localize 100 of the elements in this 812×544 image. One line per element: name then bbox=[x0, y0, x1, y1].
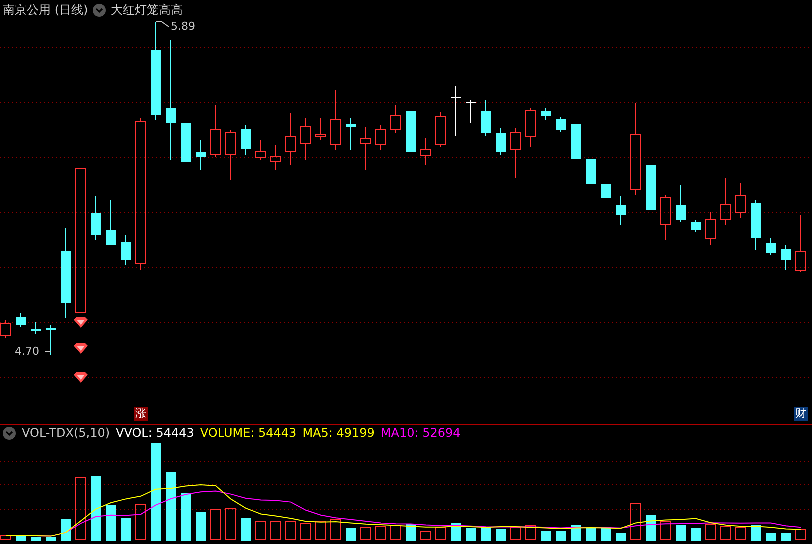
volume-bar bbox=[630, 504, 642, 540]
candlestick bbox=[481, 100, 491, 136]
volume-bar bbox=[436, 528, 446, 540]
volume-bar bbox=[61, 519, 71, 541]
candlestick bbox=[16, 312, 26, 328]
volume-bar bbox=[766, 533, 776, 541]
volume-bar bbox=[136, 504, 146, 540]
candlestick bbox=[241, 124, 251, 156]
candlestick bbox=[300, 118, 312, 160]
candlestick bbox=[796, 214, 806, 272]
volume-bar bbox=[241, 518, 251, 541]
candlestick bbox=[781, 244, 791, 270]
volume-bar bbox=[300, 524, 312, 540]
low-price-label: 4.70 bbox=[15, 346, 40, 358]
volume-bar bbox=[181, 493, 191, 541]
volume-bar bbox=[526, 526, 536, 540]
volume-bar bbox=[270, 522, 282, 540]
volume-bar bbox=[720, 526, 732, 540]
diamond-icon bbox=[74, 343, 88, 354]
volume-bar bbox=[196, 512, 206, 541]
high-price-label: 5.89 bbox=[171, 21, 196, 33]
volume-bar bbox=[166, 472, 176, 541]
candlestick bbox=[121, 234, 131, 266]
signal-badge: 涨 bbox=[134, 407, 148, 421]
candlestick bbox=[510, 128, 522, 178]
candlestick bbox=[390, 104, 402, 134]
volume-bar bbox=[286, 522, 296, 540]
candlestick bbox=[496, 128, 506, 156]
candlestick bbox=[330, 90, 342, 150]
candlestick bbox=[571, 124, 581, 160]
candlestick bbox=[646, 164, 656, 210]
candlestick bbox=[616, 196, 626, 226]
candlestick bbox=[720, 178, 732, 226]
volume-bar bbox=[256, 522, 266, 540]
volume-bar bbox=[31, 537, 41, 541]
volume-bar bbox=[91, 476, 101, 541]
volume-bar bbox=[316, 522, 326, 540]
candlestick bbox=[346, 118, 356, 150]
candlestick bbox=[196, 140, 206, 170]
candlestick bbox=[601, 184, 611, 198]
signal-badge: 财 bbox=[794, 407, 808, 421]
candlestick bbox=[256, 140, 266, 160]
volume-bar bbox=[736, 528, 746, 540]
volume-bar bbox=[601, 527, 611, 541]
volume-bar bbox=[0, 536, 12, 540]
volume-bar bbox=[706, 524, 716, 540]
volume-bar bbox=[751, 525, 761, 541]
candlestick bbox=[106, 200, 116, 246]
volume-bar bbox=[556, 531, 566, 541]
volume-bar bbox=[226, 508, 236, 540]
candlestick bbox=[210, 104, 222, 158]
legend-label: MA5: 49199 bbox=[302, 426, 375, 440]
candlestick bbox=[766, 238, 776, 256]
volume-bar bbox=[796, 530, 806, 540]
candlestick bbox=[541, 108, 551, 120]
leader-line bbox=[156, 22, 170, 28]
candlestick bbox=[181, 122, 191, 162]
candlestick bbox=[316, 118, 326, 140]
volume-bar bbox=[46, 537, 56, 541]
chart-title: 南京公用 (日线) bbox=[3, 3, 88, 17]
volume-bar bbox=[121, 518, 131, 541]
candlestick bbox=[360, 126, 372, 170]
candlestick bbox=[586, 158, 596, 184]
candlestick bbox=[406, 110, 416, 152]
volume-bar bbox=[451, 523, 461, 541]
volume-bar bbox=[481, 527, 491, 541]
volume-bar bbox=[691, 528, 701, 541]
volume-bar bbox=[541, 531, 551, 541]
candlestick bbox=[691, 220, 701, 232]
candlestick bbox=[376, 124, 386, 150]
volume-bar bbox=[330, 520, 342, 540]
candlestick bbox=[676, 184, 686, 222]
volume-bar bbox=[466, 528, 476, 541]
volume-bar bbox=[616, 533, 626, 541]
volume-bar bbox=[660, 522, 672, 540]
volume-bar bbox=[376, 526, 386, 540]
candlestick bbox=[31, 322, 41, 334]
candlestick bbox=[91, 196, 101, 240]
volume-bar bbox=[510, 528, 522, 540]
candlestick bbox=[526, 108, 536, 148]
volume-bar bbox=[346, 528, 356, 541]
candlestick bbox=[556, 116, 566, 132]
volume-bar bbox=[210, 510, 222, 540]
legend-label: VOLUME: 54443 bbox=[200, 426, 297, 440]
candlestick bbox=[660, 194, 672, 240]
volume-bar bbox=[676, 525, 686, 541]
volume-bar bbox=[420, 532, 432, 540]
dropdown-icon[interactable] bbox=[3, 426, 16, 440]
dropdown-icon[interactable] bbox=[93, 4, 106, 16]
volume-bar bbox=[781, 533, 791, 541]
volume-bar bbox=[646, 515, 656, 541]
diamond-icon bbox=[74, 317, 88, 328]
volume-bar bbox=[496, 529, 506, 541]
candlestick bbox=[466, 100, 476, 124]
legend-label: VOL-TDX(5,10) bbox=[22, 426, 110, 440]
candlestick bbox=[450, 86, 462, 136]
candlestick bbox=[736, 182, 746, 218]
diamond-icon bbox=[74, 372, 88, 383]
candlestick bbox=[706, 212, 716, 246]
legend-label: MA10: 52694 bbox=[380, 426, 461, 440]
